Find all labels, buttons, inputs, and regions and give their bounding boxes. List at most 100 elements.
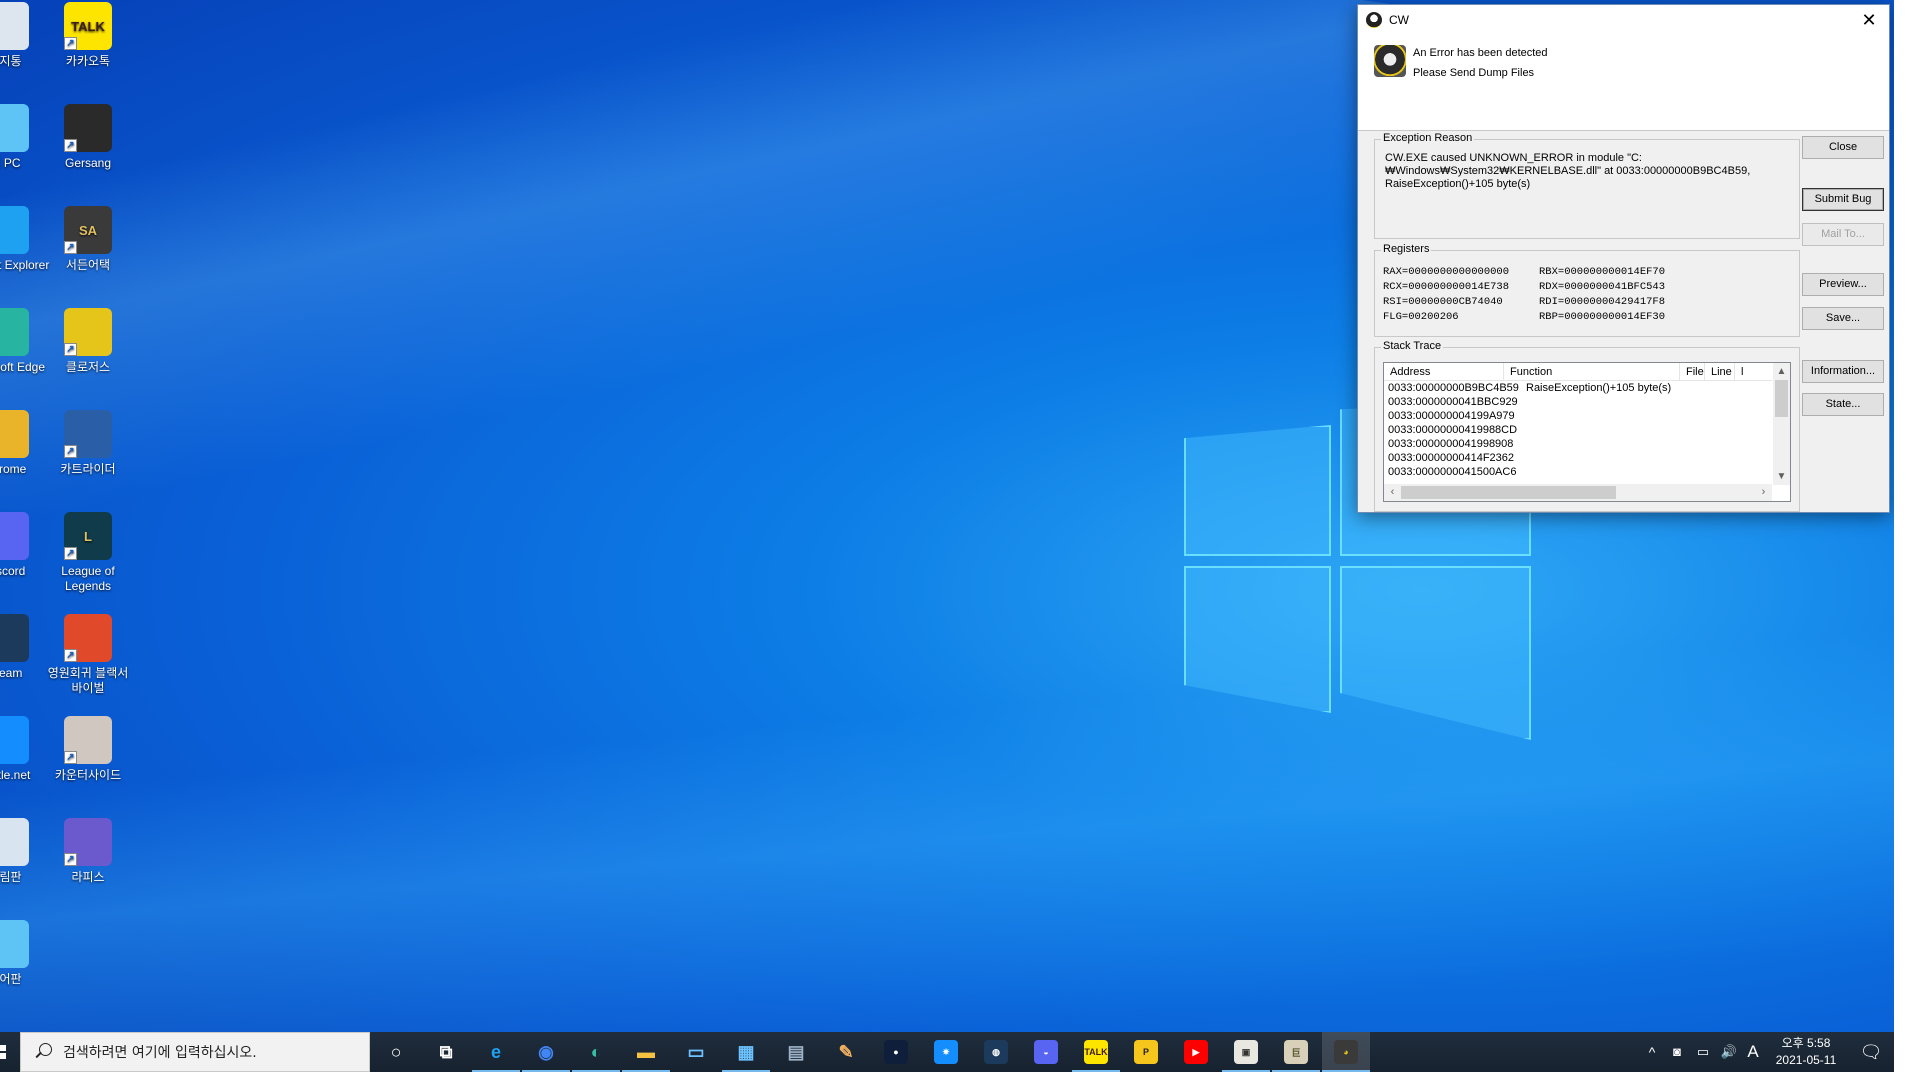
taskbar-this-pc-button[interactable]: ▭ [672,1032,720,1072]
column-header-file[interactable]: File [1680,363,1705,381]
stack-function: RaiseException()+105 byte(s) [1526,382,1672,394]
file-explorer-icon: ▬ [637,1041,655,1062]
taskbar-kakao-yellow-app-button[interactable]: P [1122,1032,1170,1072]
taskbar-edge-button[interactable]: ◐ [572,1032,620,1072]
scrollbar-thumb[interactable] [1401,486,1616,499]
meet-now-icon[interactable]: ◙ [1666,1032,1688,1072]
exception-text: CW.EXE caused UNKNOWN_ERROR in module "C… [1385,152,1751,190]
taskbar-control-panel-button[interactable]: ▦ [722,1032,770,1072]
running-indicator [1072,1070,1120,1072]
stack-address: 0033:00000000414F2362 [1388,452,1515,464]
edge-icon: ◐ [590,1041,602,1062]
taskbar-discord-button[interactable]: ◒ [1022,1032,1070,1072]
preview-button[interactable]: Preview... [1802,273,1884,296]
stack-address: 0033:0000000041998908 [1388,438,1514,450]
exception-reason-group: Exception Reason CW.EXE caused UNKNOWN_E… [1374,132,1800,239]
input-method-indicator[interactable]: A [1742,1032,1764,1072]
taskbar-cortana-button[interactable]: ○ [372,1032,420,1072]
taskbar-chrome-button[interactable]: ◉ [522,1032,570,1072]
cw-app-icon [1366,12,1382,28]
clock[interactable]: 오후 5:58 2021-05-11 [1768,1035,1844,1069]
stack-address: 0033:00000000419988CD [1388,424,1518,436]
taskbar-file-explorer-button[interactable]: ▬ [622,1032,670,1072]
desktop-icon[interactable]: L ↗ League of Legends [43,512,133,594]
start-button[interactable] [0,1032,20,1072]
scrollbar-thumb[interactable] [1775,380,1788,417]
taskbar-game-launcher-1-button[interactable]: ▣ [1222,1032,1270,1072]
taskbar-paint-button[interactable]: ✎ [822,1032,870,1072]
stack-trace-list[interactable]: Address Function File Line l 0033:000000… [1383,362,1791,502]
window-title: CW [1389,13,1409,27]
scroll-down-icon[interactable]: ▼ [1773,468,1790,485]
scroll-left-icon[interactable]: ‹ [1384,484,1401,501]
running-indicator [722,1070,770,1072]
column-header-line[interactable]: Line [1705,363,1735,381]
scroll-up-icon[interactable]: ▲ [1773,363,1790,380]
shortcut-arrow-icon: ↗ [64,139,77,152]
horizontal-scrollbar[interactable]: ‹ › [1384,484,1772,501]
calculator-icon: ▤ [787,1041,805,1062]
stack-trace-row[interactable]: 0033:00000000B9BC4B59 RaiseException()+10… [1384,381,1772,395]
control-panel-icon: ▦ [737,1041,755,1062]
taskbar-panda-app-button[interactable]: ● [872,1032,920,1072]
taskbar-steam-button[interactable]: ◍ [972,1032,1020,1072]
column-header-extra[interactable]: l [1735,363,1772,381]
column-header-address[interactable]: Address [1384,363,1504,381]
taskbar-search-box[interactable]: 검색하려면 여기에 입력하십시오. [20,1032,370,1072]
desktop-icon[interactable]: ↗ 카트라이더 [43,410,133,477]
desktop-icon[interactable]: ↗ 라피스 [43,818,133,885]
taskbar: 검색하려면 여기에 입력하십시오. ○ ⧉ e ◉ ◐ ▬ ▭ ▦ ▤ ✎ ● ✷ ◍ ◒ TALK P ▶ ▣ 巨… [0,1032,1894,1072]
desktop-icon-label: 서든어택 [65,258,111,272]
column-header-function[interactable]: Function [1504,363,1680,381]
state-button[interactable]: State... [1802,393,1884,416]
network-icon[interactable]: ▭ [1692,1032,1714,1072]
taskbar-youtube-button[interactable]: ▶ [1172,1032,1220,1072]
stack-trace-row[interactable]: 0033:000000004199A979 [1384,409,1772,423]
register-row: RCX=000000000014E738 RDX=0000000041BFC54… [1383,280,1695,295]
desktop-icon-label: 클로저스 [65,360,111,374]
desktop-icon[interactable]: SA ↗ 서든어택 [43,206,133,273]
search-icon [33,1042,53,1062]
closers-icon: ↗ [64,308,112,356]
vertical-scrollbar[interactable]: ▲ ▼ [1773,363,1790,485]
desktop-icon[interactable]: ↗ 영원회귀 블랙서바이벌 [43,614,133,696]
desktop-icon[interactable]: ↗ 카운터사이드 [43,716,133,783]
taskbar-task-view-button[interactable]: ⧉ [422,1032,470,1072]
action-center-icon[interactable]: 🗨 [1856,1032,1886,1072]
stack-trace-row[interactable]: 0033:0000000041BBC929 [1384,395,1772,409]
taskbar-battle-net-button[interactable]: ✷ [922,1032,970,1072]
desktop-icon[interactable]: ↗ Gersang [43,104,133,171]
internet-explorer-icon: e [490,1041,501,1062]
volume-icon[interactable]: 🔊 [1718,1032,1740,1072]
desktop-icon[interactable]: 제어판 [0,920,50,987]
stack-trace-row[interactable]: 0033:0000000041500AC6 [1384,465,1772,479]
close-button[interactable]: Close [1802,136,1884,159]
desktop-icon-label: 라피스 [71,870,105,884]
taskbar-internet-explorer-button[interactable]: e [472,1032,520,1072]
show-hidden-icons-button[interactable]: ^ [1642,1032,1662,1072]
this-pc-icon [0,104,29,152]
chrome-icon [0,410,29,458]
title-bar[interactable]: CW ✕ [1358,5,1889,35]
stack-trace-row[interactable]: 0033:00000000414F2362 [1384,451,1772,465]
stack-trace-row[interactable]: 0033:0000000041998908 [1384,437,1772,451]
information-button[interactable]: Information... [1802,360,1884,383]
register-value: RDX=0000000041BFC543 [1539,281,1666,293]
taskbar-kakaotalk-button[interactable]: TALK [1072,1032,1120,1072]
group-label: Registers [1381,243,1432,255]
desktop-icon[interactable]: ↗ 클로저스 [43,308,133,375]
taskbar-cw-button[interactable]: ◕ [1322,1032,1370,1072]
taskbar-calculator-button[interactable]: ▤ [772,1032,820,1072]
submit-bug-button[interactable]: Submit Bug [1802,188,1884,211]
register-row: FLG=00200206 RBP=000000000014EF30 [1383,310,1695,325]
desktop-icon[interactable]: TALK ↗ 카카오톡 [43,2,133,69]
save-button[interactable]: Save... [1802,307,1884,330]
scroll-right-icon[interactable]: › [1755,484,1772,501]
running-indicator [1322,1070,1370,1072]
desktop-icon-label: Gersang [64,156,112,170]
close-window-button[interactable]: ✕ [1849,5,1889,35]
stack-trace-row[interactable]: 0033:00000000419988CD [1384,423,1772,437]
shortcut-arrow-icon: ↗ [64,649,77,662]
taskbar-game-launcher-2-button[interactable]: 巨 [1272,1032,1320,1072]
desktop: 휴지통내 PCInternet ExplorerMicrosoft EdgeCh… [0,0,1894,1072]
